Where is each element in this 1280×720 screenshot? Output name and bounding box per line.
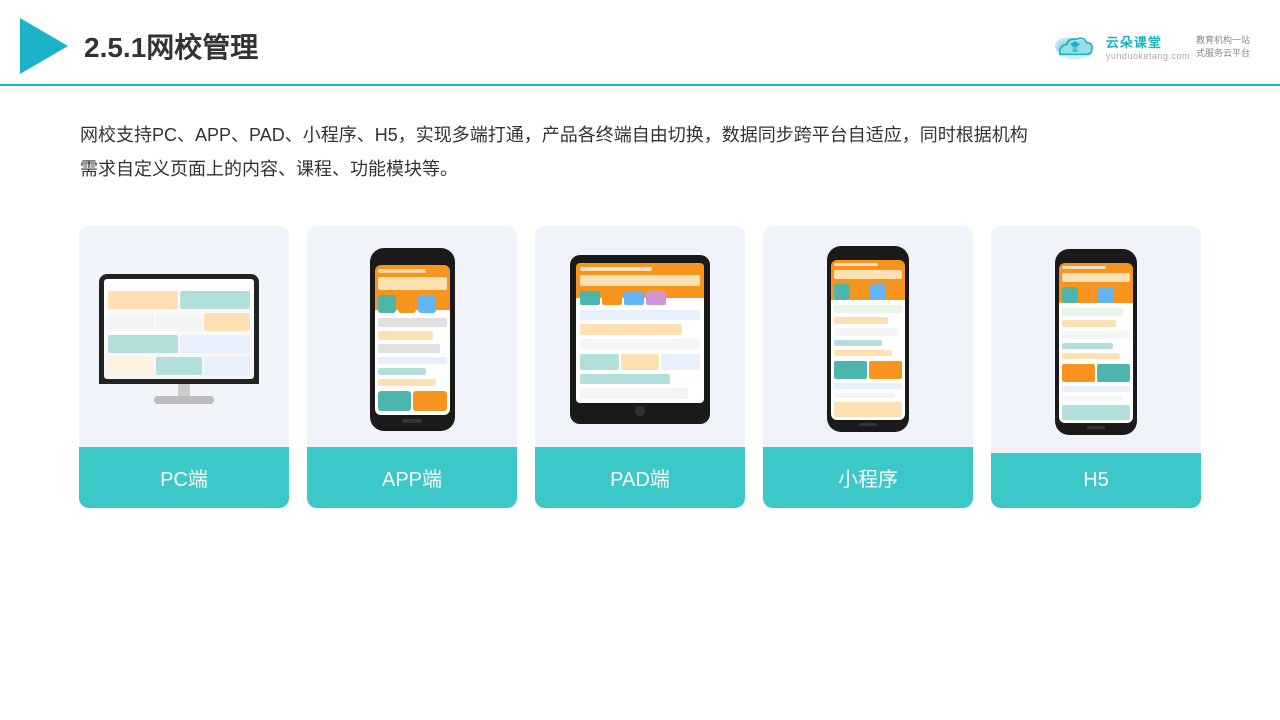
card-pc-image	[79, 226, 289, 447]
card-pad-label: PAD端	[535, 447, 745, 508]
brand-triangle-icon	[20, 18, 68, 74]
brand-logo: 云朵课堂 yunduoketang.com 教育机构一站 式服务云平台	[1050, 31, 1250, 61]
card-pad-image	[535, 226, 745, 447]
pad-tablet-icon	[570, 255, 710, 424]
card-h5-image	[991, 226, 1201, 453]
platform-cards: PC端	[0, 206, 1280, 538]
h5-phone-icon	[1055, 249, 1137, 435]
cloud-icon	[1050, 31, 1100, 61]
page-header: 2.5.1网校管理 云朵课堂 yunduoketang.com 教育机构一站	[0, 0, 1280, 86]
page-title: 2.5.1网校管理	[84, 26, 258, 66]
pc-monitor-icon	[99, 274, 269, 404]
card-app-image	[307, 226, 517, 447]
description-text: 网校支持PC、APP、PAD、小程序、H5，实现多端打通，产品各终端自由切换，数…	[0, 86, 1280, 206]
brand-name: 云朵课堂	[1106, 32, 1190, 51]
brand-icon-area: 云朵课堂 yunduoketang.com 教育机构一站 式服务云平台	[1050, 31, 1250, 61]
card-miniapp-image	[763, 226, 973, 447]
card-pad: PAD端	[535, 226, 745, 508]
miniapp-phone-icon	[827, 246, 909, 432]
card-app-label: APP端	[307, 447, 517, 508]
brand-text: 云朵课堂 yunduoketang.com	[1106, 32, 1190, 61]
card-app: APP端	[307, 226, 517, 508]
card-miniapp: 小程序	[763, 226, 973, 508]
brand-tagline: 教育机构一站 式服务云平台	[1196, 33, 1250, 59]
card-h5-label: H5	[991, 453, 1201, 508]
brand-url: yunduoketang.com	[1106, 51, 1190, 61]
header-left: 2.5.1网校管理	[20, 18, 258, 74]
card-miniapp-label: 小程序	[763, 447, 973, 508]
app-phone-icon	[370, 248, 455, 431]
card-pc: PC端	[79, 226, 289, 508]
card-pc-label: PC端	[79, 447, 289, 508]
card-h5: H5	[991, 226, 1201, 508]
